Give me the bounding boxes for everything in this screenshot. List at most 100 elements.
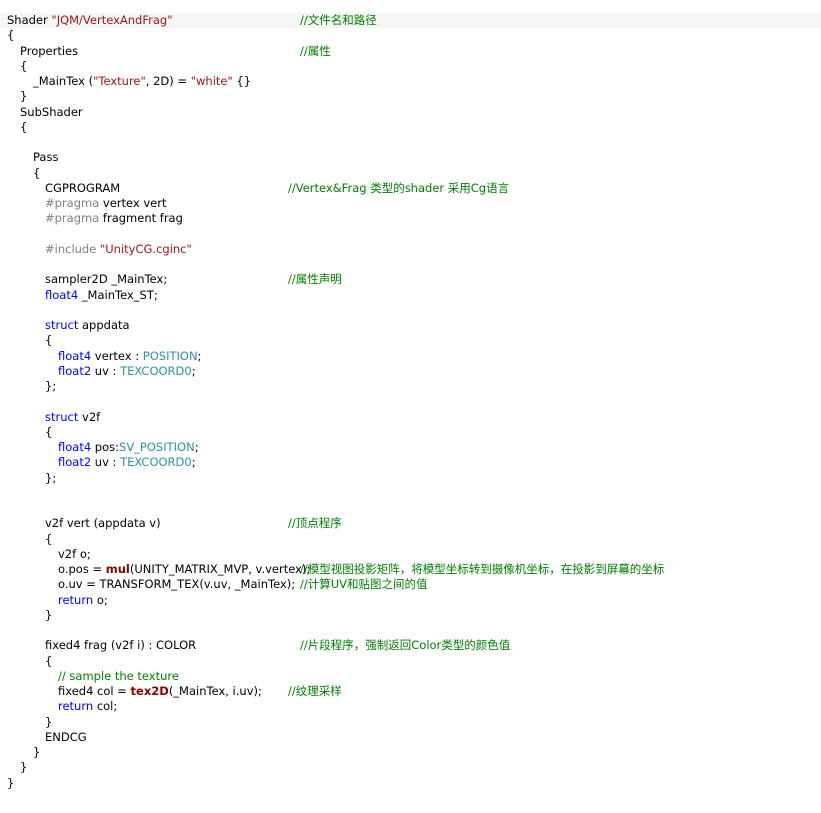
code-line: { [0,59,821,74]
code-token: float4 [58,440,92,454]
code-line: // sample the texture [0,669,821,684]
code-text: #include "UnityCG.cginc" [0,242,192,257]
code-text: } [0,715,52,730]
code-line: float4 pos:SV_POSITION; [0,440,821,455]
code-token: uv : [91,363,121,378]
code-token: ; [194,440,199,454]
code-token: col; [93,699,118,714]
code-line: } [0,776,821,791]
code-token: Properties [20,43,79,58]
code-line: ENDCG [0,730,821,745]
code-text: float4 vertex : POSITION; [0,349,201,364]
code-token: struct [45,318,79,332]
code-text: { [0,59,27,74]
code-text: SubShader [0,105,83,120]
code-token: ; [197,348,202,363]
code-token: {} [232,74,252,88]
code-text: v2f o; [0,547,91,562]
code-line: SubShader [0,105,821,120]
code-line: o.pos = mul(UNITY_MATRIX_MVP, v.vertex);… [0,562,821,577]
code-token: { [45,424,53,439]
code-line: float4 _MainTex_ST; [0,288,821,303]
code-token: "white" [190,74,233,88]
code-token: return [58,592,94,607]
code-line: o.uv = TRANSFORM_TEX(v.uv, _MainTex); //计… [0,577,821,592]
code-line: }; [0,379,821,394]
code-token: }; [45,470,57,485]
code-line: #pragma vertex vert [0,196,821,211]
code-line: struct appdata [0,318,821,333]
code-text: struct v2f [0,410,100,425]
code-token: pos: [91,440,120,454]
code-line: { [0,425,821,440]
code-text: float4 _MainTex_ST; [0,288,158,303]
code-token: } [33,745,41,759]
code-token: v2f o; [58,546,91,561]
code-text: float2 uv : TEXCOORD0; [0,364,196,379]
code-text: { [0,28,14,43]
code-line: v2f o; [0,547,821,562]
code-token: } [45,607,53,622]
code-token: { [45,653,53,668]
code-token: POSITION [142,348,198,363]
code-line: }; [0,471,821,486]
code-line: #pragma fragment frag [0,211,821,226]
code-line: { [0,532,821,547]
code-comment: //文件名和路径 [300,13,377,27]
code-token: tex2D [130,684,169,698]
code-text: { [0,166,40,181]
code-text: } [0,89,27,104]
code-line: return o; [0,593,821,608]
code-token: "Texture" [93,74,146,88]
code-block: Shader "JQM/VertexAndFrag"//文件名和路径{Prope… [0,13,821,791]
code-token: mul [105,562,130,576]
code-line: { [0,654,821,669]
code-line: float2 uv : TEXCOORD0; [0,364,821,379]
code-token: { [45,531,53,546]
code-line: { [0,120,821,135]
code-token: ; [191,363,196,378]
code-text: float4 pos:SV_POSITION; [0,440,199,455]
code-text: { [0,333,52,348]
code-text: { [0,120,27,135]
code-line: _MainTex ("Texture", 2D) = "white" {} [0,74,821,89]
code-token: // sample the texture [58,668,179,683]
code-text: return col; [0,699,117,714]
code-text: } [0,760,27,775]
code-token: float2 [58,363,92,378]
code-token: { [7,28,15,43]
code-text: CGPROGRAM [0,181,120,196]
code-line: } [0,715,821,730]
code-line: Pass [0,150,821,165]
code-text: } [0,608,52,623]
code-token: SV_POSITION [119,440,195,454]
code-text: sampler2D _MainTex; [0,272,167,287]
code-text: ENDCG [0,730,87,745]
code-comment: //顶点程序 [288,516,342,531]
code-token: vertex vert [99,196,167,210]
code-line: } [0,89,821,104]
code-token: (_MainTex, i.uv); [168,684,262,698]
code-token: _MainTex_ST; [78,287,158,302]
code-token: return [58,699,94,714]
code-token: }; [45,379,57,393]
code-token: o.pos = [58,562,106,576]
code-token: v2f [78,409,101,424]
code-line: { [0,333,821,348]
code-token: ENDCG [45,729,87,744]
code-token: #pragma [45,211,100,226]
code-token: vertex : [91,348,143,363]
code-text: float2 uv : TEXCOORD0; [0,455,196,470]
code-token: } [20,89,28,104]
code-text: } [0,776,14,791]
code-line: v2f vert (appdata v) //顶点程序 [0,516,821,531]
code-line: fixed4 col = tex2D(_MainTex, i.uv); //纹理采… [0,684,821,699]
code-token: "JQM/VertexAndFrag" [51,13,173,27]
